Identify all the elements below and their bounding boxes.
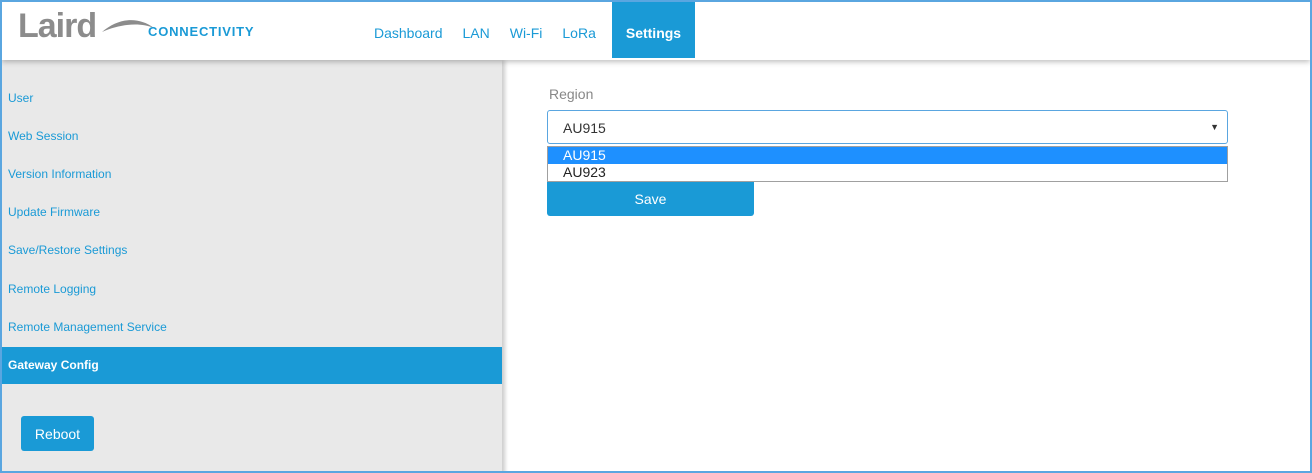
region-label: Region [549,86,594,102]
nav-wifi[interactable]: Wi-Fi [500,2,553,60]
top-navbar: Laird CONNECTIVITY Dashboard LAN Wi-Fi L… [2,2,1310,60]
logo-swoosh-icon [102,20,154,32]
logo-wordmark: Laird [18,7,97,45]
dropdown-caret-icon: ▼ [1210,122,1219,132]
app-window: Laird CONNECTIVITY Dashboard LAN Wi-Fi L… [0,0,1312,473]
main-nav: Dashboard LAN Wi-Fi LoRa Settings [364,2,696,60]
region-selected-value: AU915 [563,120,606,136]
logo-tagline: CONNECTIVITY [148,24,255,39]
sidebar-item-user[interactable]: User [2,80,502,117]
sidebar-item-save-restore-settings[interactable]: Save/Restore Settings [2,232,502,269]
region-option-au923[interactable]: AU923 [548,164,1227,181]
sidebar-item-gateway-config[interactable]: Gateway Config [2,347,502,384]
settings-sidebar: User Web Session Version Information Upd… [2,60,502,471]
sidebar-item-web-session[interactable]: Web Session [2,118,502,155]
sidebar-item-remote-management-service[interactable]: Remote Management Service [2,309,502,346]
sidebar-item-update-firmware[interactable]: Update Firmware [2,194,502,231]
reboot-button[interactable]: Reboot [21,416,94,451]
sidebar-item-version-information[interactable]: Version Information [2,156,502,193]
region-option-au915[interactable]: AU915 [548,147,1227,164]
nav-dashboard[interactable]: Dashboard [364,2,453,60]
sidebar-item-remote-logging[interactable]: Remote Logging [2,271,502,308]
region-dropdown-list: AU915 AU923 [547,146,1228,182]
region-select[interactable]: AU915 ▼ [547,110,1228,144]
save-button[interactable]: Save [547,182,754,216]
nav-settings[interactable]: Settings [611,2,696,58]
laird-logo[interactable]: Laird CONNECTIVITY [18,6,288,54]
nav-lora[interactable]: LoRa [552,2,605,60]
nav-lan[interactable]: LAN [453,2,500,60]
